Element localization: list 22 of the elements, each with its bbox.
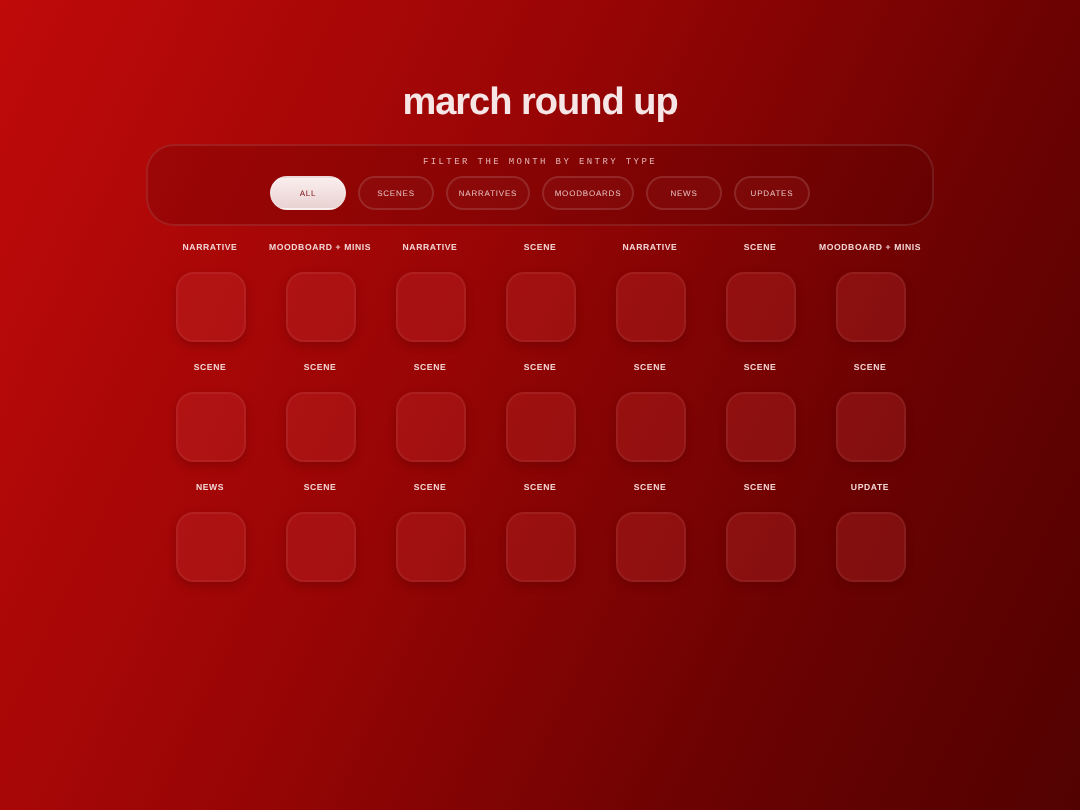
entry-tile[interactable] <box>725 392 795 462</box>
entry-tile[interactable] <box>285 272 355 342</box>
page-title: march round up <box>402 80 678 128</box>
entry-tile[interactable] <box>835 272 905 342</box>
entry-tile[interactable] <box>725 512 795 582</box>
entry-tile[interactable] <box>835 512 905 582</box>
entry-tile[interactable] <box>285 392 355 462</box>
entry-tile[interactable] <box>615 272 685 342</box>
entry-tile[interactable] <box>725 272 795 342</box>
entry-tile[interactable] <box>175 392 245 462</box>
entry-tile[interactable] <box>615 392 685 462</box>
entry-tile[interactable] <box>395 512 465 582</box>
entry-tile[interactable] <box>615 512 685 582</box>
entry-tile[interactable] <box>505 272 575 342</box>
entry-tile[interactable] <box>285 512 355 582</box>
entry-tile[interactable] <box>175 512 245 582</box>
entry-tile[interactable] <box>835 392 905 462</box>
entry-tile[interactable] <box>505 512 575 582</box>
entry-tile[interactable] <box>395 272 465 342</box>
entry-tile[interactable] <box>505 392 575 462</box>
entry-tile[interactable] <box>395 392 465 462</box>
entry-tile[interactable] <box>175 272 245 342</box>
